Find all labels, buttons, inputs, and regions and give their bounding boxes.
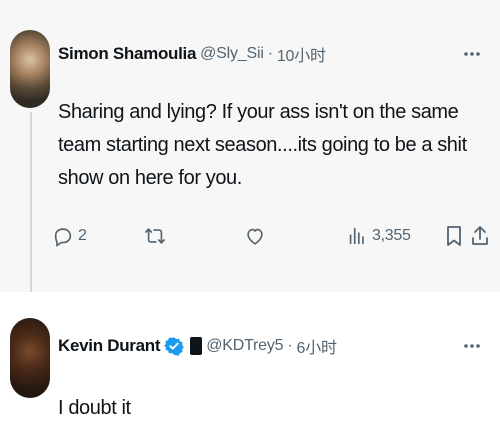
user-handle[interactable]: @Sly_Sii	[200, 45, 264, 63]
more-options-button[interactable]	[462, 336, 482, 356]
share-icon	[470, 224, 490, 248]
tweet-header: Simon Shamoulia @Sly_Sii · 10小时	[58, 42, 326, 66]
retweet-icon	[144, 225, 166, 247]
avatar[interactable]	[10, 318, 50, 398]
tweet-actions: 2 3,355	[52, 222, 492, 250]
timestamp[interactable]: 10小时	[277, 42, 326, 66]
bookmark-button[interactable]	[444, 222, 464, 250]
retweet-button[interactable]	[144, 222, 170, 250]
verified-icon	[164, 336, 185, 356]
views-button[interactable]: 3,355	[346, 222, 411, 250]
like-button[interactable]	[244, 222, 270, 250]
separator-dot: ·	[267, 45, 273, 62]
share-button[interactable]	[470, 222, 490, 250]
display-name[interactable]: Simon Shamoulia	[58, 44, 196, 64]
timestamp[interactable]: 6小时	[297, 334, 338, 358]
more-icon	[463, 51, 481, 57]
tweet-text: I doubt it	[58, 397, 131, 419]
more-options-button[interactable]	[462, 44, 482, 64]
views-icon	[346, 225, 368, 247]
display-name[interactable]: Kevin Durant	[58, 336, 161, 356]
reply-button[interactable]: 2	[52, 222, 87, 250]
separator-dot: ·	[287, 337, 293, 354]
tweet-header: Kevin Durant @KDTrey5 · 6小时	[58, 334, 337, 358]
tweet-simon-shamoulia[interactable]: Simon Shamoulia @Sly_Sii · 10小时 Sharing …	[0, 0, 500, 292]
like-icon	[244, 225, 266, 247]
tweet-text: Sharing and lying? If your ass isn't on …	[58, 101, 467, 189]
reply-count: 2	[78, 227, 87, 244]
avatar[interactable]	[10, 30, 50, 108]
bookmark-icon	[444, 224, 464, 248]
views-count: 3,355	[372, 227, 411, 244]
thread-connector-line	[30, 112, 32, 316]
reply-icon	[52, 225, 74, 247]
flag-icon	[190, 337, 203, 355]
user-handle[interactable]: @KDTrey5	[206, 337, 283, 355]
more-icon	[463, 343, 481, 349]
